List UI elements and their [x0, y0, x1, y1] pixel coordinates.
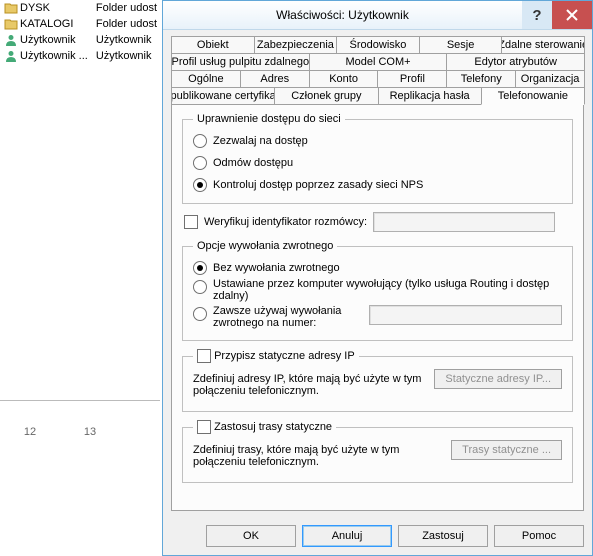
radio-label: Ustawiane przez komputer wywołujący (tyl…	[213, 278, 562, 302]
cancel-button[interactable]: Anuluj	[302, 525, 392, 547]
tab-członek-grupy[interactable]: Członek grupy	[274, 87, 378, 104]
tab-zdalne-sterowanie[interactable]: Zdalne sterowanie	[501, 36, 585, 53]
radio-no-callback[interactable]	[193, 261, 207, 275]
group-legend-text: Przypisz statyczne adresy IP	[214, 350, 355, 362]
background-list: DYSKFolder udostKATALOGIFolder udostUżyt…	[0, 0, 160, 64]
static-ip-button[interactable]: Statyczne adresy IP...	[434, 369, 562, 389]
background-ruler: 12 13	[0, 400, 160, 438]
caller-id-input[interactable]	[373, 212, 555, 232]
user-icon	[4, 33, 18, 47]
radio-label: Kontroluj dostęp poprzez zasady sieci NP…	[213, 179, 423, 191]
radio-allow-access[interactable]	[193, 134, 207, 148]
field-description: Zdefiniuj adresy IP, które mają być użyt…	[193, 373, 434, 397]
list-item[interactable]: DYSKFolder udost	[0, 0, 161, 16]
field-description: Zdefiniuj trasy, które mają być użyte w …	[193, 444, 451, 468]
static-routes-button[interactable]: Trasy statyczne ...	[451, 440, 562, 460]
tab-profil-usług-pulpitu-zdalnego[interactable]: Profil usług pulpitu zdalnego	[171, 53, 310, 70]
help-button[interactable]: ?	[522, 1, 552, 29]
radio-deny-access[interactable]	[193, 156, 207, 170]
checkbox-static-routes[interactable]	[197, 420, 211, 434]
tab-edytor-atrybutów[interactable]: Edytor atrybutów	[446, 53, 585, 70]
tab-ogólne[interactable]: Ogólne	[171, 70, 241, 87]
folder-icon	[4, 17, 18, 31]
group-legend: Opcje wywołania zwrotnego	[193, 240, 337, 252]
properties-dialog: Właściwości: Użytkownik ? ObiektZabezpie…	[162, 0, 593, 556]
tab-panel-telefonowanie: Uprawnienie dostępu do sieci Zezwalaj na…	[171, 104, 584, 511]
radio-label: Odmów dostępu	[213, 157, 293, 169]
tab-środowisko[interactable]: Środowisko	[336, 36, 420, 53]
callback-number-input[interactable]	[369, 305, 562, 325]
tab-opublikowane-certyfikaty[interactable]: Opublikowane certyfikaty	[171, 87, 275, 104]
radio-label: Zezwalaj na dostęp	[213, 135, 308, 147]
tab-sesje[interactable]: Sesje	[419, 36, 503, 53]
group-static-routes: Zastosuj trasy statyczne Zdefiniuj trasy…	[182, 420, 573, 483]
tab-model-com-[interactable]: Model COM+	[309, 53, 448, 70]
list-item[interactable]: UżytkownikUżytkownik	[0, 32, 161, 48]
group-legend-text: Zastosuj trasy statyczne	[214, 421, 332, 433]
group-static-ip: Przypisz statyczne adresy IP Zdefiniuj a…	[182, 349, 573, 412]
checkbox-label: Weryfikuj identyfikator rozmówcy:	[204, 216, 367, 228]
folder-icon	[4, 1, 18, 15]
tab-adres[interactable]: Adres	[240, 70, 310, 87]
group-legend: Uprawnienie dostępu do sieci	[193, 113, 345, 125]
titlebar: Właściwości: Użytkownik ?	[163, 1, 592, 30]
checkbox-static-ip[interactable]	[197, 349, 211, 363]
ok-button[interactable]: OK	[206, 525, 296, 547]
group-callback: Opcje wywołania zwrotnego Bez wywołania …	[182, 240, 573, 341]
help-button-footer[interactable]: Pomoc	[494, 525, 584, 547]
tab-organizacja[interactable]: Organizacja	[515, 70, 585, 87]
checkbox-verify-caller-id[interactable]	[184, 215, 198, 229]
tab-obiekt[interactable]: Obiekt	[171, 36, 255, 53]
apply-button[interactable]: Zastosuj	[398, 525, 488, 547]
tab-telefonowanie[interactable]: Telefonowanie	[481, 87, 585, 105]
radio-nps-control[interactable]	[193, 178, 207, 192]
list-item[interactable]: KATALOGIFolder udost	[0, 16, 161, 32]
dialog-title: Właściwości: Użytkownik	[163, 8, 522, 22]
list-item[interactable]: Użytkownik ...Użytkownik	[0, 48, 161, 64]
radio-label: Bez wywołania zwrotnego	[213, 262, 340, 274]
tab-profil[interactable]: Profil	[377, 70, 447, 87]
radio-set-by-caller[interactable]	[193, 280, 207, 294]
radio-always-callback[interactable]	[193, 307, 207, 321]
group-network-access: Uprawnienie dostępu do sieci Zezwalaj na…	[182, 113, 573, 204]
tabs: ObiektZabezpieczeniaŚrodowiskoSesjeZdaln…	[171, 36, 584, 104]
ruler-num: 12	[0, 426, 60, 438]
close-button[interactable]	[552, 1, 592, 29]
tab-zabezpieczenia[interactable]: Zabezpieczenia	[254, 36, 338, 53]
user-icon	[4, 49, 18, 63]
tab-konto[interactable]: Konto	[309, 70, 379, 87]
tab-telefony[interactable]: Telefony	[446, 70, 516, 87]
radio-label: Zawsze używaj wywołania zwrotnego na num…	[213, 305, 363, 329]
dialog-footer: OK Anuluj Zastosuj Pomoc	[163, 517, 592, 555]
tab-replikacja-hasła[interactable]: Replikacja hasła	[378, 87, 482, 104]
ruler-num: 13	[60, 426, 120, 438]
